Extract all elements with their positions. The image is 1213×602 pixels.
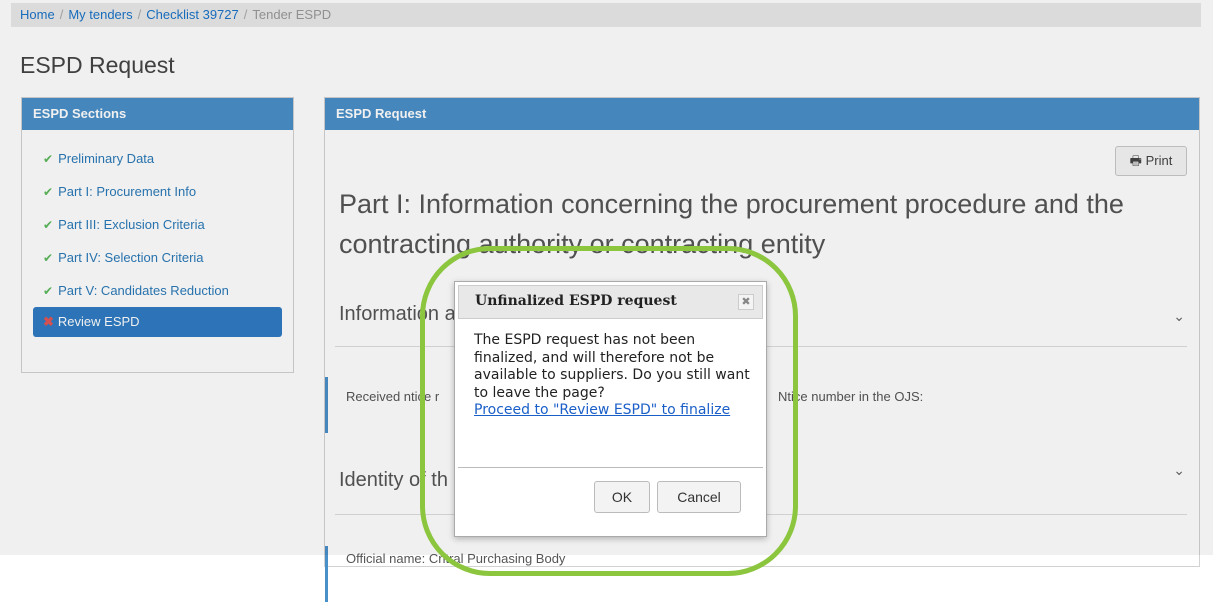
dialog-divider <box>458 467 763 468</box>
cancel-button[interactable]: Cancel <box>657 481 741 513</box>
dialog-body: The ESPD request has not been finalized,… <box>474 332 754 420</box>
dialog-titlebar[interactable]: Unfinalized ESPD request ✖ <box>458 285 763 319</box>
unfinalized-dialog: Unfinalized ESPD request ✖ The ESPD requ… <box>454 281 767 537</box>
review-espd-link[interactable]: Proceed to "Review ESPD" to finalize <box>474 402 730 418</box>
dialog-title: Unfinalized ESPD request <box>475 293 677 309</box>
ok-button[interactable]: OK <box>594 481 650 513</box>
dialog-message: The ESPD request has not been finalized,… <box>474 332 750 401</box>
close-icon[interactable]: ✖ <box>738 294 754 310</box>
